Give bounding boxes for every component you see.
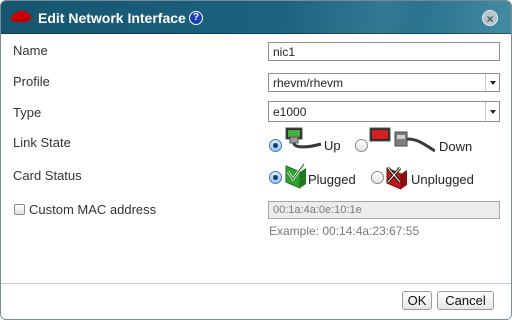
- nic-unplugged-icon: [386, 167, 407, 190]
- link-down-label: Down: [439, 139, 473, 154]
- name-label: Name: [13, 43, 48, 58]
- cable-connected-icon: [285, 127, 322, 149]
- card-status-label: Card Status: [13, 168, 82, 183]
- dialog-footer: [1, 283, 511, 319]
- type-label: Type: [13, 105, 42, 120]
- titlebar-decoration: [281, 1, 511, 34]
- edit-network-interface-dialog: Edit Network Interface ? × Name nic1 Pro…: [0, 0, 512, 320]
- mac-address-input[interactable]: 00:1a:4a:0e:10:1e: [268, 201, 500, 219]
- link-state-label: Link State: [13, 135, 71, 150]
- mac-example-hint: Example: 00:14:4a:23:67:55: [269, 224, 420, 238]
- profile-label: Profile: [13, 74, 50, 89]
- close-icon[interactable]: ×: [482, 10, 498, 26]
- dialog-titlebar: Edit Network Interface ? ×: [1, 1, 511, 34]
- dialog-title: Edit Network Interface: [38, 10, 186, 26]
- link-up-label: Up: [324, 138, 341, 153]
- plugged-radio[interactable]: [269, 171, 282, 184]
- cable-disconnected-icon: [369, 127, 435, 153]
- link-down-radio[interactable]: [355, 139, 368, 152]
- custom-mac-checkbox[interactable]: [14, 204, 25, 215]
- name-input[interactable]: nic1: [268, 42, 500, 61]
- cancel-button[interactable]: Cancel: [437, 291, 494, 310]
- custom-mac-label[interactable]: Custom MAC address: [29, 202, 156, 217]
- chevron-down-icon[interactable]: [485, 102, 499, 121]
- link-up-radio[interactable]: [269, 139, 282, 152]
- redhat-logo-icon: [10, 10, 32, 23]
- help-icon[interactable]: ?: [189, 11, 203, 25]
- type-select[interactable]: e1000: [268, 101, 500, 122]
- nic-plugged-icon: [285, 163, 306, 189]
- ok-button[interactable]: OK: [402, 291, 432, 310]
- unplugged-radio[interactable]: [371, 171, 384, 184]
- profile-select[interactable]: rhevm/rhevm: [268, 73, 500, 92]
- profile-select-value: rhevm/rhevm: [273, 76, 344, 90]
- unplugged-label: Unplugged: [411, 172, 474, 187]
- type-select-value: e1000: [273, 105, 307, 119]
- chevron-down-icon[interactable]: [485, 74, 499, 91]
- plugged-label: Plugged: [308, 172, 356, 187]
